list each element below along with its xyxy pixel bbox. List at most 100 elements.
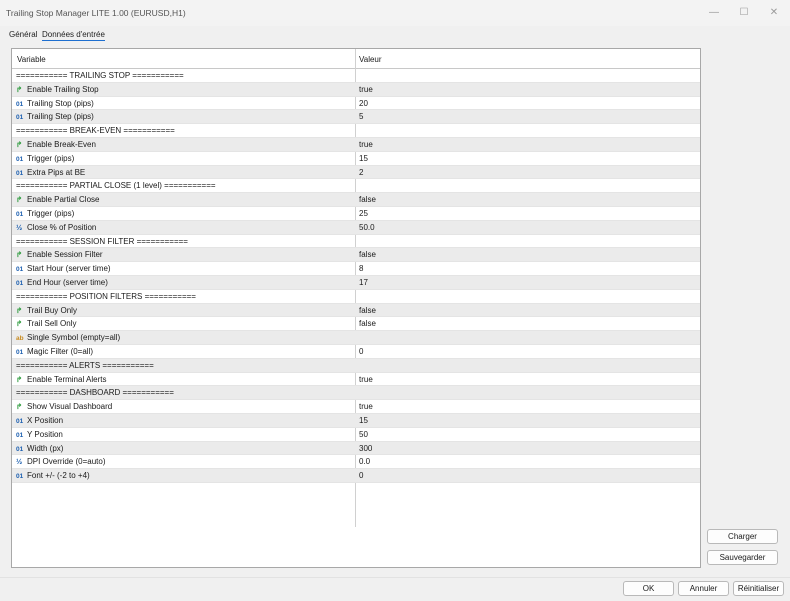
variable-label: Start Hour (server time) — [27, 264, 111, 274]
table-row[interactable]: 01 Trigger (pips) 15 — [12, 152, 700, 166]
value-cell[interactable]: 20 — [359, 99, 368, 108]
cancel-button[interactable]: Annuler — [678, 581, 729, 596]
value-cell[interactable]: 0 — [359, 347, 363, 356]
table-row[interactable]: ↱ Enable Partial Close false — [12, 193, 700, 207]
table-row[interactable]: 01 Start Hour (server time) 8 — [12, 262, 700, 276]
variable-label: X Position — [27, 415, 64, 425]
column-header-value[interactable]: Valeur — [359, 55, 382, 64]
value-cell[interactable]: true — [359, 85, 373, 94]
variable-cell: 01 X Position — [16, 416, 63, 425]
table-row[interactable]: =========== PARTIAL CLOSE (1 level) ====… — [12, 179, 700, 194]
variable-cell: 01 Extra Pips at BE — [16, 168, 85, 177]
table-row[interactable]: 01 Magic Filter (0=all) 0 — [12, 345, 700, 359]
table-row[interactable]: 01 Y Position 50 — [12, 428, 700, 442]
variable-cell: =========== ALERTS =========== — [16, 361, 154, 370]
variable-label: Font +/- (-2 to +4) — [27, 471, 90, 481]
variable-label: DPI Override (0=auto) — [27, 457, 106, 467]
table-row[interactable]: ↱ Show Visual Dashboard true — [12, 400, 700, 414]
value-cell[interactable]: 0.0 — [359, 457, 370, 466]
value-cell[interactable]: 0 — [359, 471, 363, 480]
variable-label: =========== PARTIAL CLOSE (1 level) ====… — [16, 181, 216, 191]
value-cell[interactable]: 15 — [359, 416, 368, 425]
table-row[interactable]: 01 End Hour (server time) 17 — [12, 275, 700, 290]
variable-label: Enable Trailing Stop — [27, 84, 99, 94]
table-row[interactable]: 01 Font +/- (-2 to +4) 0 — [12, 469, 700, 483]
value-cell[interactable]: true — [359, 140, 373, 149]
variable-cell: ↱ Enable Trailing Stop — [16, 85, 99, 94]
variable-cell: 01 Y Position — [16, 430, 63, 439]
table-row[interactable]: =========== ALERTS =========== — [12, 358, 700, 373]
tab-inputs[interactable]: Données d'entrée — [42, 30, 105, 41]
boolean-icon: ↱ — [16, 139, 23, 149]
variable-cell: =========== SESSION FILTER =========== — [16, 237, 188, 246]
close-icon[interactable]: ✕ — [760, 4, 788, 22]
value-cell[interactable]: 50 — [359, 430, 368, 439]
table-row[interactable]: =========== TRAILING STOP =========== — [12, 69, 700, 83]
tab-general[interactable]: Général — [9, 30, 37, 39]
table-row[interactable]: ab Single Symbol (empty=all) — [12, 331, 700, 345]
boolean-icon: ↱ — [16, 319, 23, 329]
variable-label: =========== SESSION FILTER =========== — [16, 236, 188, 246]
variable-label: =========== TRAILING STOP =========== — [16, 71, 184, 80]
ok-button[interactable]: OK — [623, 581, 674, 596]
reset-button[interactable]: Réinitialiser — [733, 581, 784, 596]
variable-label: Trigger (pips) — [27, 208, 75, 218]
boolean-icon: ↱ — [16, 374, 23, 384]
variable-cell: 01 Font +/- (-2 to +4) — [16, 471, 90, 480]
table-row[interactable]: ½ Close % of Position 50.0 — [12, 220, 700, 235]
variable-label: Extra Pips at BE — [27, 167, 86, 177]
column-header-variable[interactable]: Variable — [17, 55, 46, 64]
table-row[interactable]: ↱ Trail Buy Only false — [12, 303, 700, 318]
table-row[interactable]: =========== DASHBOARD =========== — [12, 386, 700, 401]
table-row[interactable]: =========== POSITION FILTERS =========== — [12, 290, 700, 304]
variable-cell: ↱ Trail Sell Only — [16, 319, 77, 328]
boolean-icon: ↱ — [16, 250, 23, 260]
save-button[interactable]: Sauvegarder — [707, 550, 778, 565]
minimize-icon[interactable]: — — [700, 4, 728, 22]
variable-cell: =========== TRAILING STOP =========== — [16, 71, 184, 80]
value-cell[interactable]: 15 — [359, 154, 368, 163]
value-cell[interactable]: false — [359, 195, 376, 204]
table-row[interactable]: =========== SESSION FILTER =========== — [12, 235, 700, 249]
value-cell[interactable]: 25 — [359, 209, 368, 218]
table-row[interactable]: =========== BREAK-EVEN =========== — [12, 124, 700, 138]
integer-icon: 01 — [16, 473, 24, 481]
table-row[interactable]: 01 Extra Pips at BE 2 — [12, 165, 700, 180]
value-cell[interactable]: true — [359, 375, 373, 384]
variable-label: Trail Buy Only — [27, 305, 77, 315]
variable-cell: ↱ Enable Break-Even — [16, 140, 96, 149]
value-cell[interactable]: 2 — [359, 168, 363, 177]
value-cell[interactable]: false — [359, 250, 376, 259]
variable-cell: ↱ Enable Partial Close — [16, 195, 99, 204]
variable-cell: =========== PARTIAL CLOSE (1 level) ====… — [16, 181, 216, 190]
value-cell[interactable]: 8 — [359, 264, 363, 273]
maximize-icon[interactable]: ☐ — [730, 4, 758, 22]
table-row[interactable]: ½ DPI Override (0=auto) 0.0 — [12, 455, 700, 470]
table-row[interactable]: 01 Trailing Stop (pips) 20 — [12, 97, 700, 111]
value-cell[interactable]: true — [359, 402, 373, 411]
table-row[interactable]: ↱ Enable Trailing Stop true — [12, 82, 700, 97]
table-row[interactable]: ↱ Enable Terminal Alerts true — [12, 373, 700, 387]
value-cell[interactable]: 300 — [359, 444, 372, 453]
variable-label: Enable Break-Even — [27, 139, 96, 149]
value-cell[interactable]: 17 — [359, 278, 368, 287]
table-row[interactable]: 01 Trailing Step (pips) 5 — [12, 110, 700, 125]
value-cell[interactable]: 50.0 — [359, 223, 375, 232]
variable-cell: 01 Trigger (pips) — [16, 154, 74, 163]
table-row[interactable]: 01 Trigger (pips) 25 — [12, 207, 700, 221]
variable-label: =========== DASHBOARD =========== — [16, 388, 174, 398]
value-cell[interactable]: false — [359, 306, 376, 315]
table-row[interactable]: 01 Width (px) 300 — [12, 441, 700, 456]
table-row[interactable]: 01 X Position 15 — [12, 413, 700, 428]
load-button[interactable]: Charger — [707, 529, 778, 544]
table-row[interactable]: ↱ Enable Break-Even true — [12, 137, 700, 152]
value-cell[interactable]: false — [359, 319, 376, 328]
title-bar: Trailing Stop Manager LITE 1.00 (EURUSD,… — [0, 0, 790, 26]
window-title: Trailing Stop Manager LITE 1.00 (EURUSD,… — [6, 8, 186, 18]
boolean-icon: ↱ — [16, 402, 23, 412]
variable-label: Magic Filter (0=all) — [27, 346, 94, 356]
variable-label: Single Symbol (empty=all) — [27, 333, 121, 343]
value-cell[interactable]: 5 — [359, 112, 363, 121]
table-row[interactable]: ↱ Trail Sell Only false — [12, 317, 700, 332]
table-row[interactable]: ↱ Enable Session Filter false — [12, 248, 700, 263]
